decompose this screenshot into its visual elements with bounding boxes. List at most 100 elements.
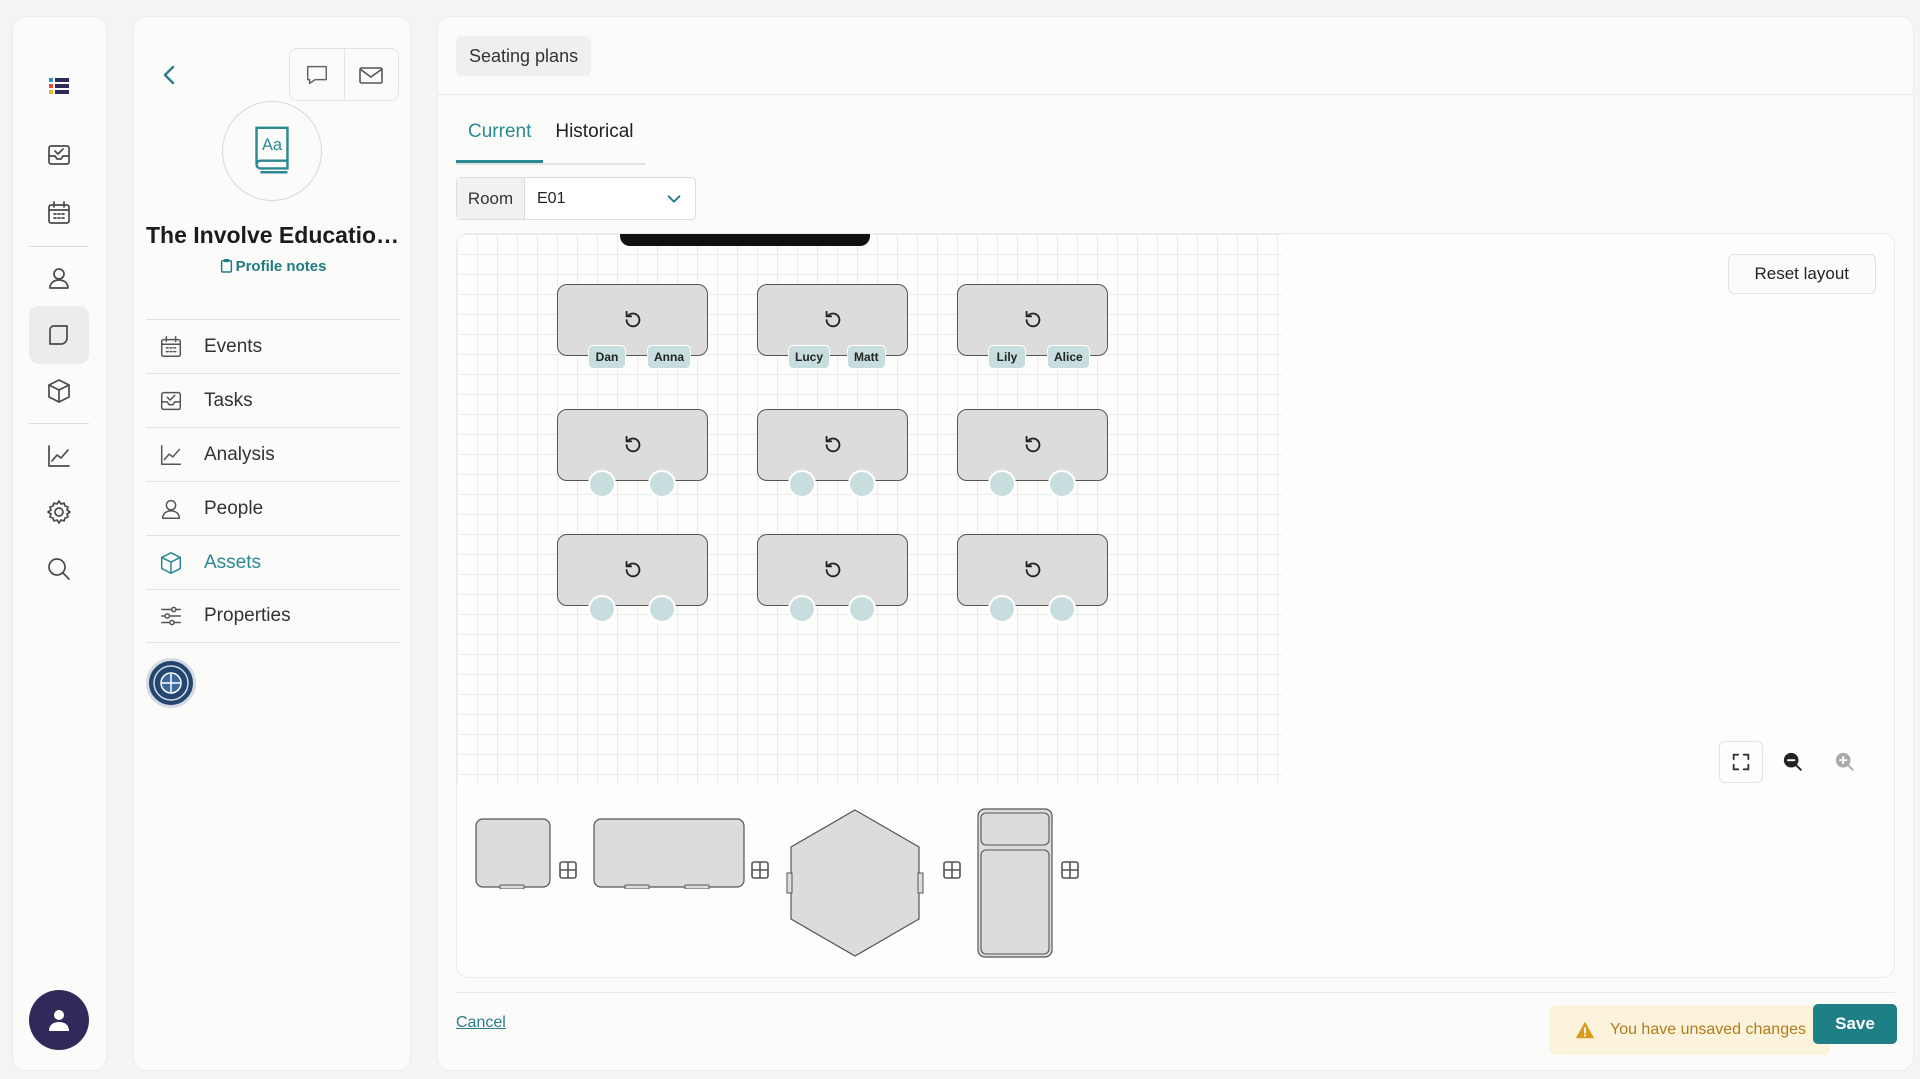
empty-seat[interactable] xyxy=(1048,595,1076,623)
desk[interactable]: Lily Alice xyxy=(957,284,1108,369)
desk[interactable] xyxy=(957,534,1108,623)
seat[interactable]: Dan xyxy=(588,345,626,369)
nav-label: People xyxy=(204,497,264,519)
empty-seat[interactable] xyxy=(588,470,616,498)
rotate-icon[interactable] xyxy=(822,559,844,581)
footer-divider xyxy=(456,992,1895,993)
person-icon xyxy=(161,499,181,519)
icon-rail xyxy=(12,16,107,1071)
profile-notes-link[interactable]: Profile notes xyxy=(134,258,412,275)
calendar-icon[interactable] xyxy=(29,184,89,242)
zoom-in-button[interactable] xyxy=(1823,741,1867,783)
desk[interactable] xyxy=(757,534,908,623)
profile-notes-label: Profile notes xyxy=(235,258,327,275)
palette-hexagon-table[interactable] xyxy=(785,808,925,958)
person-icon[interactable] xyxy=(29,249,89,307)
nav-item-analysis[interactable]: Analysis xyxy=(146,427,400,481)
desk[interactable] xyxy=(557,409,708,498)
add-double-desk-button[interactable] xyxy=(750,860,770,880)
empty-seat[interactable] xyxy=(648,470,676,498)
rotate-icon[interactable] xyxy=(622,559,644,581)
message-button[interactable] xyxy=(290,49,344,100)
room-selector: Room E01 xyxy=(456,177,696,220)
add-small-desk-button[interactable] xyxy=(558,860,578,880)
chart-icon[interactable] xyxy=(29,427,89,485)
rotate-icon[interactable] xyxy=(1022,559,1044,581)
fullscreen-button[interactable] xyxy=(1719,741,1763,783)
desk[interactable] xyxy=(557,534,708,623)
unsaved-text: You have unsaved changes xyxy=(1609,1021,1806,1038)
save-button[interactable]: Save xyxy=(1813,1004,1897,1044)
rotate-icon[interactable] xyxy=(822,309,844,331)
calendar-icon xyxy=(160,335,182,357)
app-logo-icon[interactable] xyxy=(29,57,89,115)
seating-canvas[interactable]: Dan Anna Lucy Matt Lily Alice Reset layo… xyxy=(456,233,1895,978)
contact-buttons xyxy=(289,48,399,101)
nav-label: Properties xyxy=(204,605,291,626)
nav-item-tasks[interactable]: Tasks xyxy=(146,373,400,427)
rotate-icon[interactable] xyxy=(622,434,644,456)
entity-nav: Events Tasks Analysis People Assets Prop… xyxy=(146,319,400,643)
seat[interactable]: Anna xyxy=(647,345,691,369)
seal-icon xyxy=(153,665,189,701)
rotate-icon[interactable] xyxy=(1022,309,1044,331)
search-icon[interactable] xyxy=(29,540,89,598)
empty-seat[interactable] xyxy=(588,595,616,623)
email-button[interactable] xyxy=(343,49,399,100)
seat[interactable]: Alice xyxy=(1047,345,1090,369)
empty-seat[interactable] xyxy=(988,470,1016,498)
cancel-link[interactable]: Cancel xyxy=(456,1014,506,1032)
grid-add-icon xyxy=(751,861,769,879)
nav-label: Assets xyxy=(204,551,262,573)
seat[interactable]: Lucy xyxy=(788,345,831,369)
empty-seat[interactable] xyxy=(848,595,876,623)
tab-bar: Current Historical xyxy=(456,121,646,165)
tab-current[interactable]: Current xyxy=(456,121,544,163)
palette-double-desk[interactable] xyxy=(593,809,747,889)
book-icon: Aa xyxy=(255,126,289,174)
chat-icon[interactable] xyxy=(29,306,89,364)
nav-item-properties[interactable]: Properties xyxy=(146,589,400,643)
desk[interactable] xyxy=(757,409,908,498)
zoom-out-button[interactable] xyxy=(1771,741,1815,783)
grid-add-icon xyxy=(559,861,577,879)
breadcrumb[interactable]: Seating plans xyxy=(456,36,592,76)
nav-item-assets[interactable]: Assets xyxy=(146,535,400,589)
inbox-icon[interactable] xyxy=(29,126,89,184)
empty-seat[interactable] xyxy=(788,595,816,623)
back-button[interactable] xyxy=(152,57,188,93)
empty-seat[interactable] xyxy=(1048,470,1076,498)
unsaved-changes-banner: You have unsaved changes xyxy=(1549,1005,1830,1055)
school-seal-image xyxy=(146,658,196,708)
nav-label: Tasks xyxy=(204,389,253,411)
empty-seat[interactable] xyxy=(848,470,876,498)
seat[interactable]: Matt xyxy=(847,345,886,369)
mail-icon xyxy=(359,66,384,84)
desk[interactable] xyxy=(957,409,1108,498)
gear-icon[interactable] xyxy=(29,483,89,541)
logo-text: Aa xyxy=(262,136,283,154)
palette-small-desk[interactable] xyxy=(475,809,555,889)
user-avatar[interactable] xyxy=(29,990,89,1050)
rotate-icon[interactable] xyxy=(822,434,844,456)
rotate-icon[interactable] xyxy=(622,309,644,331)
reset-layout-button[interactable]: Reset layout xyxy=(1727,254,1876,294)
add-tall-desk-button[interactable] xyxy=(1060,860,1080,880)
chevron-down-icon xyxy=(667,194,681,203)
desk[interactable]: Dan Anna xyxy=(557,284,708,369)
empty-seat[interactable] xyxy=(648,595,676,623)
seat[interactable]: Lily xyxy=(988,345,1026,369)
room-select[interactable]: E01 xyxy=(525,178,695,219)
empty-seat[interactable] xyxy=(788,470,816,498)
expand-icon xyxy=(1732,753,1750,771)
box-icon[interactable] xyxy=(29,362,89,420)
empty-seat[interactable] xyxy=(988,595,1016,623)
nav-item-people[interactable]: People xyxy=(146,481,400,535)
palette-tall-desk[interactable] xyxy=(977,808,1055,960)
tab-historical[interactable]: Historical xyxy=(543,121,645,163)
nav-item-events[interactable]: Events xyxy=(146,319,400,373)
add-hexagon-table-button[interactable] xyxy=(942,860,962,880)
desk[interactable]: Lucy Matt xyxy=(757,284,908,369)
chevron-left-icon xyxy=(163,65,175,85)
rotate-icon[interactable] xyxy=(1022,434,1044,456)
